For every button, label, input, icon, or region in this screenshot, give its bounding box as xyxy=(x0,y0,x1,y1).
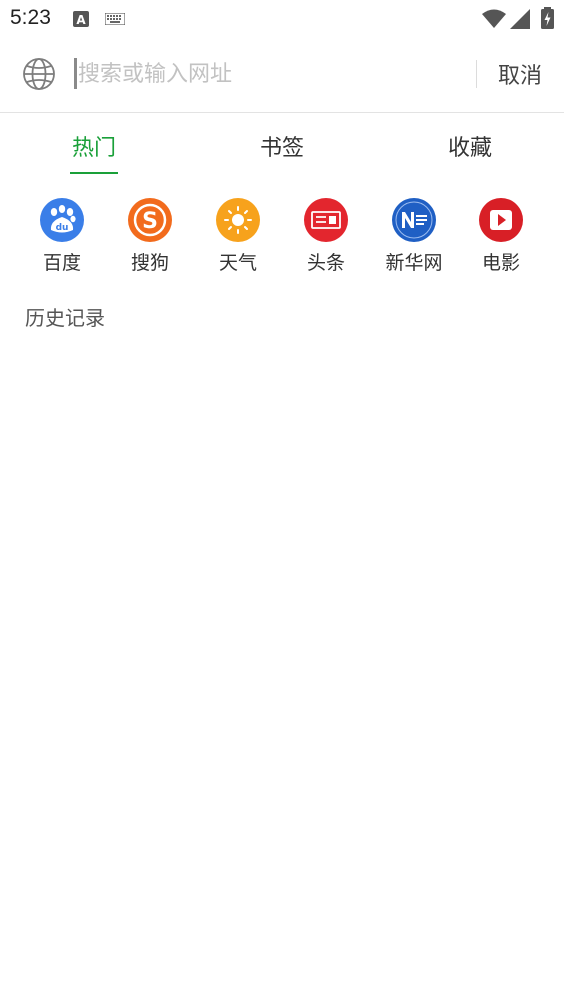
a-notification-icon: A xyxy=(73,11,89,27)
svg-text:S: S xyxy=(142,209,158,234)
shortcut-label: 搜狗 xyxy=(130,252,169,274)
history-title: 历史记录 xyxy=(25,306,105,330)
svg-text:du: du xyxy=(56,223,69,233)
toutiao-news-icon xyxy=(304,198,348,242)
keyboard-icon xyxy=(105,13,125,25)
shortcut-grid: du 百度 S 搜狗 天气 头条 新华网 电影 xyxy=(0,196,564,276)
status-bar: 5:23 A xyxy=(0,0,564,38)
tab-bookmarks[interactable]: 书签 xyxy=(222,130,342,162)
search-input[interactable] xyxy=(78,56,458,92)
shortcut-weather[interactable]: 天气 xyxy=(196,196,280,275)
weather-sun-icon xyxy=(216,198,260,242)
shortcut-label: 天气 xyxy=(218,252,257,274)
tab-bar: 热门 书签 收藏 xyxy=(0,112,564,176)
globe-icon[interactable] xyxy=(22,57,56,91)
shortcut-label: 电影 xyxy=(481,252,520,274)
active-tab-indicator xyxy=(70,172,118,174)
cancel-button[interactable]: 取消 xyxy=(498,58,542,90)
search-divider xyxy=(476,60,477,88)
tab-favorites[interactable]: 收藏 xyxy=(410,130,530,162)
shortcut-toutiao[interactable]: 头条 xyxy=(284,196,368,275)
svg-text:A: A xyxy=(76,13,86,27)
wifi-icon xyxy=(482,9,506,28)
shortcut-label: 新华网 xyxy=(385,252,443,274)
text-cursor xyxy=(74,58,77,89)
cell-signal-icon xyxy=(510,9,530,29)
baidu-icon: du xyxy=(40,198,84,242)
shortcut-label: 百度 xyxy=(42,252,81,274)
status-time: 5:23 xyxy=(10,6,51,29)
shortcut-xinhua[interactable]: 新华网 xyxy=(372,196,456,275)
shortcut-movie[interactable]: 电影 xyxy=(459,196,543,275)
shortcut-label: 头条 xyxy=(306,252,345,274)
xinhua-news-icon xyxy=(392,198,436,242)
sogou-icon: S xyxy=(128,198,172,242)
shortcut-baidu[interactable]: du 百度 xyxy=(20,196,104,275)
shortcut-sogou[interactable]: S 搜狗 xyxy=(108,196,192,275)
battery-charging-icon xyxy=(541,7,554,29)
tab-hot[interactable]: 热门 xyxy=(34,130,154,162)
search-bar: 取消 xyxy=(0,38,564,113)
movie-play-icon xyxy=(479,198,523,242)
